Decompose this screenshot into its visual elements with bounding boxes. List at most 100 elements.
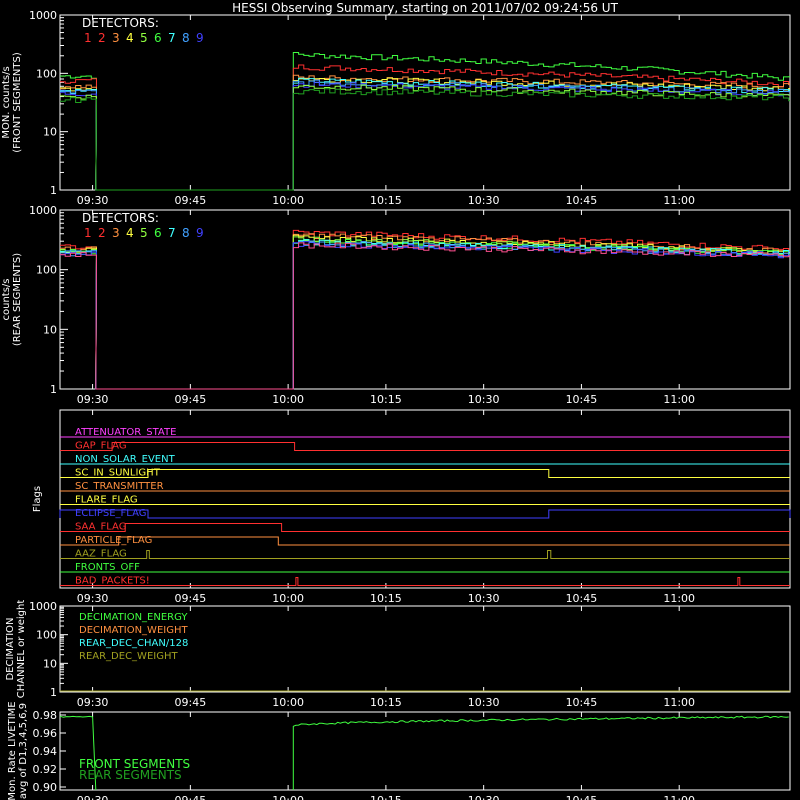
- x-tick-label: 10:15: [370, 393, 402, 406]
- legend-item: 4: [126, 31, 134, 45]
- legend-title: DETECTORS:: [82, 211, 159, 225]
- series-line-1: [60, 229, 790, 390]
- front-segments-panel: 09:30 09:45 10:00 10:15 10:30 10:45 11:00 1 10 10…: [1, 9, 791, 207]
- x-tick-label: 10:15: [370, 794, 402, 800]
- y-tick-label: 1000: [29, 9, 57, 22]
- legend-item: 6: [154, 226, 162, 240]
- y-axis-label-line: (REAR SEGMENTS): [12, 253, 23, 346]
- legend-item: 3: [112, 226, 120, 240]
- x-tick-label: 11:00: [663, 696, 695, 709]
- y-axis-label-line: (FRONT SEGMENTS): [12, 52, 23, 153]
- x-tick-label: 09:30: [77, 794, 109, 800]
- x-tick-label: 09:45: [175, 393, 207, 406]
- x-tick-label: 10:45: [566, 592, 598, 605]
- flag-line: [60, 536, 790, 546]
- flag-line: [60, 469, 790, 478]
- flag-line: [60, 523, 790, 532]
- y-axis-label: Flags: [32, 486, 43, 512]
- legend-item: 7: [168, 226, 176, 240]
- x-tick-label: 09:45: [175, 794, 207, 800]
- y-axis-label-line: Mon. Rate LIVETIME: [7, 701, 18, 800]
- legend-item: 5: [140, 31, 148, 45]
- flag-label: AAZ_FLAG: [75, 549, 127, 560]
- y-tick-label: 0.98: [33, 709, 58, 722]
- y-tick-label: 10: [43, 323, 57, 336]
- x-tick-label: 10:15: [370, 592, 402, 605]
- x-tick-label: 09:30: [77, 696, 109, 709]
- legend-item: 6: [154, 31, 162, 45]
- series-line-7: [60, 81, 790, 191]
- x-tick-label: 09:30: [77, 393, 109, 406]
- x-tick-label: 10:45: [566, 696, 598, 709]
- flag-line: [60, 550, 790, 559]
- series-line-8: [60, 241, 790, 390]
- y-tick-label: 1000: [29, 600, 57, 613]
- y-tick-label: 1: [50, 184, 57, 197]
- x-tick-label: 09:45: [175, 696, 207, 709]
- flag-label: FLARE_FLAG: [75, 495, 138, 506]
- flag-label: BAD_PACKETS!: [75, 576, 150, 587]
- hessi-summary-plot: HESSI Observing Summary, starting on 201…: [1, 1, 791, 800]
- y-tick-label: 0.94: [33, 745, 58, 758]
- y-axis-label: Mon. Rate LIVETIMEavg of D1,3,4,5,6,9: [7, 701, 29, 800]
- rear-segments-panel: 09:30 09:45 10:00 10:15 10:30 10:45 11:00 1 10 10…: [1, 204, 791, 406]
- decimation-panel: 09:30 09:45 10:00 10:15 10:30 10:45 11:00 1 10 10…: [5, 600, 791, 709]
- x-tick-label: 09:30: [77, 592, 109, 605]
- y-tick-label: 100: [36, 629, 57, 642]
- x-tick-label: 10:15: [370, 194, 402, 207]
- x-tick-label: 10:45: [566, 393, 598, 406]
- decimation-legend-item: DECIMATION_ENERGY: [79, 612, 188, 623]
- legend-item: 1: [84, 31, 92, 45]
- x-tick-label: 11:00: [663, 794, 695, 800]
- legend-title: DETECTORS:: [82, 16, 159, 30]
- legend-item: 5: [140, 226, 148, 240]
- legend-item: 9: [196, 31, 204, 45]
- y-tick-label: 100: [36, 264, 57, 277]
- x-tick-label: 10:00: [272, 393, 304, 406]
- legend-item: 2: [98, 226, 106, 240]
- x-tick-label: 09:45: [175, 592, 207, 605]
- y-axis-label-line: Flags: [32, 486, 43, 512]
- y-tick-label: 100: [36, 67, 57, 80]
- plot-title: HESSI Observing Summary, starting on 201…: [232, 1, 618, 15]
- series-line-5: [60, 239, 790, 390]
- x-tick-label: 10:00: [272, 696, 304, 709]
- x-tick-label: 10:30: [468, 592, 500, 605]
- flag-label: SC_TRANSMITTER: [75, 481, 164, 492]
- y-tick-label: 0.96: [33, 727, 58, 740]
- legend-item: 3: [112, 31, 120, 45]
- x-tick-label: 09:45: [175, 194, 207, 207]
- legend-item: 4: [126, 226, 134, 240]
- series-line-4: [60, 236, 790, 390]
- flag-line: [60, 442, 790, 451]
- legend-item: 9: [196, 226, 204, 240]
- flag-line: [59, 509, 791, 519]
- x-tick-label: 10:30: [468, 696, 500, 709]
- legend-item: 2: [98, 31, 106, 45]
- series-line-3: [60, 234, 790, 390]
- decimation-legend-item: DECIMATION_WEIGHT: [79, 625, 188, 636]
- y-axis-label-line: MON. counts/s: [1, 66, 12, 138]
- panels: 09:30 09:45 10:00 10:15 10:30 10:45 11:0011010…: [1, 9, 791, 800]
- x-tick-label: 10:30: [468, 194, 500, 207]
- series-line-1: [60, 52, 790, 191]
- series-line-6: [60, 239, 790, 390]
- flag-label: SAA_FLAG: [75, 522, 126, 533]
- series-line-8: [60, 84, 790, 191]
- x-tick-label: 10:00: [272, 592, 304, 605]
- x-tick-label: 10:00: [272, 194, 304, 207]
- y-axis-label-line: avg of D1,3,4,5,6,9: [18, 703, 29, 799]
- series-line-9: [60, 88, 790, 191]
- y-axis-label-line: DECIMATION: [5, 617, 16, 680]
- decimation-legend-item: REAR_DEC_WEIGHT: [79, 651, 178, 662]
- livetime-panel: 09:30 09:45 10:00 10:15 10:30 10:45 11:00 0.90 0…: [7, 701, 791, 800]
- x-tick-label: 10:15: [370, 696, 402, 709]
- flag-label: FRONTS_OFF: [75, 562, 140, 573]
- y-tick-label: 10: [43, 657, 57, 670]
- x-tick-label: 10:45: [566, 794, 598, 800]
- y-axis-label: counts/s(REAR SEGMENTS): [1, 253, 23, 346]
- livetime-legend-item: REAR SEGMENTS: [79, 768, 182, 782]
- legend-item: 8: [182, 226, 190, 240]
- x-tick-label: 10:30: [468, 794, 500, 800]
- x-tick-label: 11:00: [663, 194, 695, 207]
